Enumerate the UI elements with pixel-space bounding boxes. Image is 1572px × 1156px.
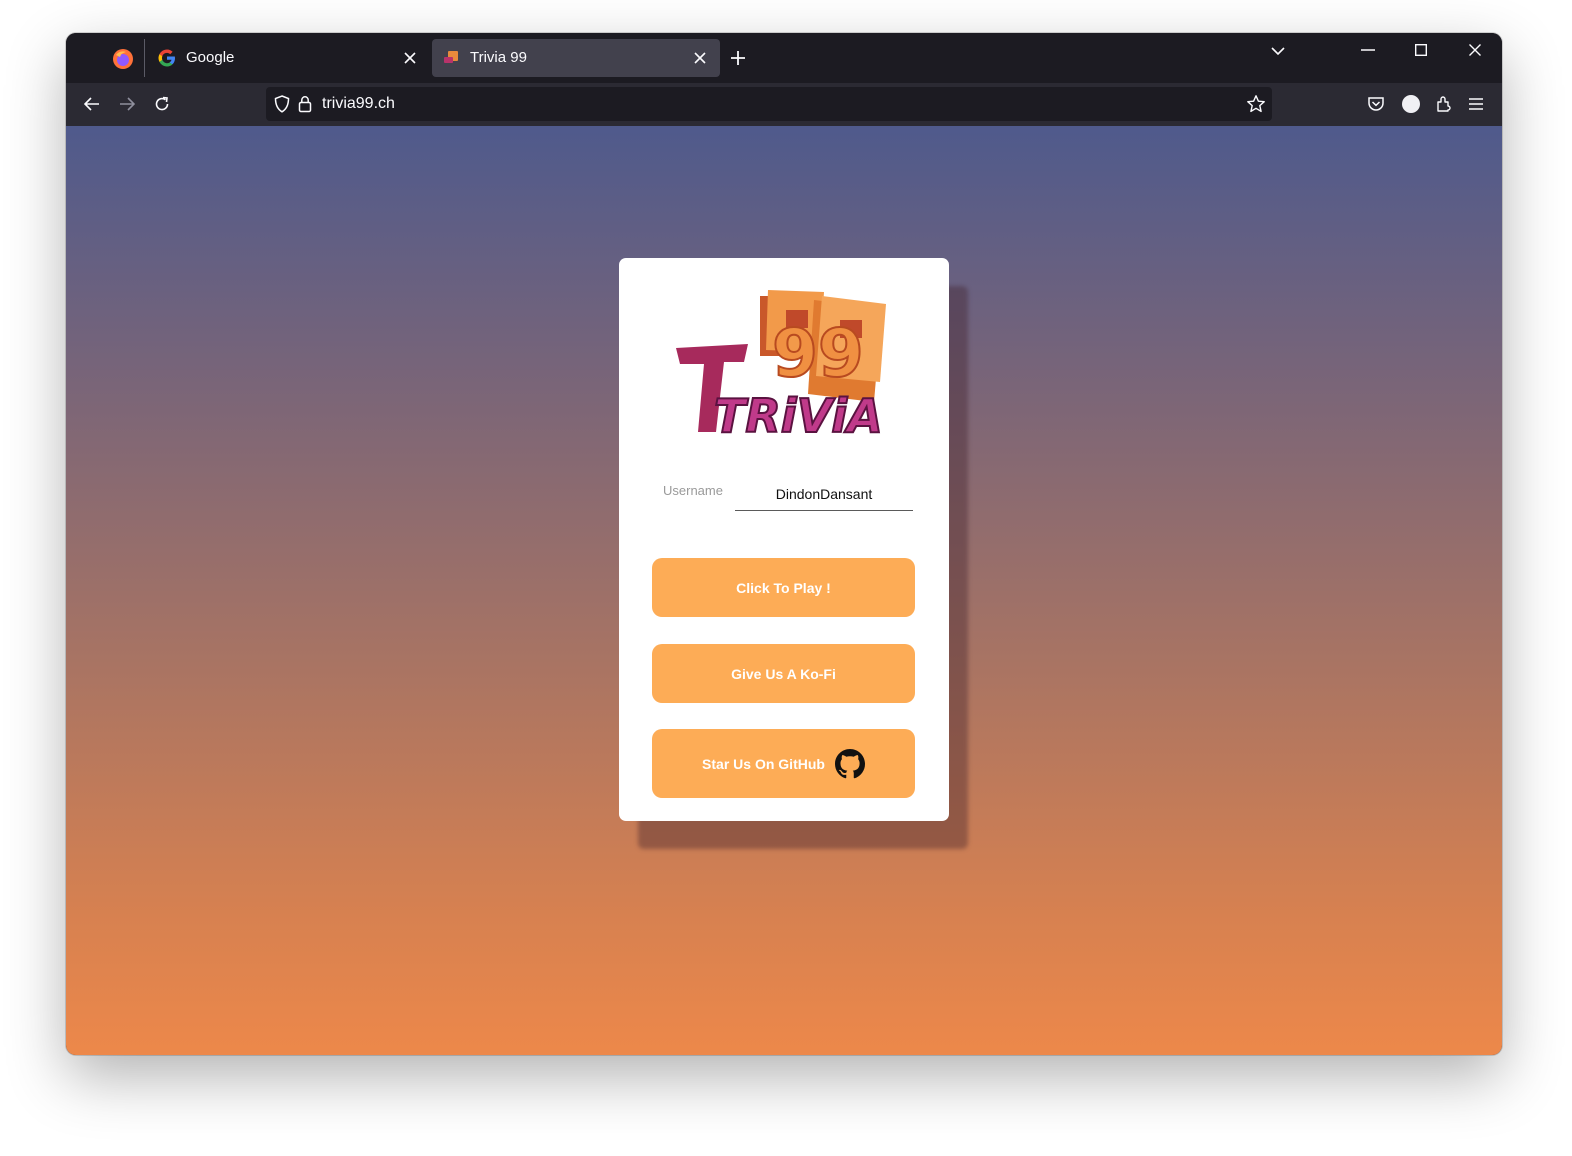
trivia99-logo: 99 TRiViA bbox=[676, 290, 886, 436]
forward-icon[interactable] bbox=[113, 91, 141, 117]
tab-google[interactable]: Google bbox=[148, 39, 430, 77]
maximize-icon[interactable] bbox=[1406, 38, 1436, 62]
extensions-icon[interactable] bbox=[1432, 92, 1456, 116]
browser-window: Google Trivia 99 trivia99.ch 99 TRiViA U… bbox=[66, 33, 1502, 1055]
reload-icon[interactable] bbox=[148, 91, 176, 117]
tab-separator bbox=[144, 39, 145, 77]
menu-hamburger-icon[interactable] bbox=[1464, 92, 1488, 116]
svg-text:99: 99 bbox=[772, 315, 864, 392]
tab-title: Trivia 99 bbox=[470, 49, 527, 66]
github-icon bbox=[834, 748, 865, 778]
pocket-icon[interactable] bbox=[1364, 92, 1388, 116]
close-window-icon[interactable] bbox=[1460, 38, 1490, 62]
account-avatar-icon[interactable] bbox=[1399, 92, 1423, 116]
close-tab-icon[interactable] bbox=[688, 46, 712, 70]
tab-strip: Google Trivia 99 bbox=[66, 33, 1502, 83]
play-button-label: Click To Play ! bbox=[736, 579, 831, 596]
svg-text:TRiViA: TRiViA bbox=[714, 389, 883, 436]
username-row: Username bbox=[659, 478, 914, 512]
bookmark-star-icon[interactable] bbox=[1246, 94, 1266, 114]
new-tab-icon[interactable] bbox=[726, 46, 750, 70]
minimize-icon[interactable] bbox=[1353, 38, 1383, 62]
navigation-toolbar: trivia99.ch bbox=[66, 83, 1502, 126]
page-content: 99 TRiViA Username Click To Play ! Give … bbox=[66, 126, 1502, 1055]
kofi-button[interactable]: Give Us A Ko-Fi bbox=[652, 644, 915, 703]
github-button-label: Star Us On GitHub bbox=[702, 755, 825, 772]
address-bar[interactable]: trivia99.ch bbox=[266, 87, 1272, 121]
back-icon[interactable] bbox=[78, 91, 106, 117]
tab-trivia-99[interactable]: Trivia 99 bbox=[432, 39, 720, 77]
firefox-icon[interactable] bbox=[112, 48, 134, 70]
google-g-icon bbox=[158, 49, 175, 67]
login-card: 99 TRiViA Username Click To Play ! Give … bbox=[619, 258, 949, 821]
kofi-button-label: Give Us A Ko-Fi bbox=[731, 665, 836, 682]
username-input[interactable] bbox=[735, 478, 913, 511]
close-tab-icon[interactable] bbox=[398, 46, 422, 70]
tab-title: Google bbox=[186, 49, 235, 66]
play-button[interactable]: Click To Play ! bbox=[652, 558, 915, 617]
list-all-tabs-icon[interactable] bbox=[1266, 39, 1290, 63]
github-button[interactable]: Star Us On GitHub bbox=[652, 729, 915, 798]
tracking-protection-shield-icon[interactable] bbox=[274, 95, 290, 113]
url-text: trivia99.ch bbox=[322, 95, 395, 112]
trivia99-icon bbox=[444, 51, 458, 63]
lock-icon[interactable] bbox=[298, 95, 312, 113]
username-label: Username bbox=[663, 483, 723, 498]
